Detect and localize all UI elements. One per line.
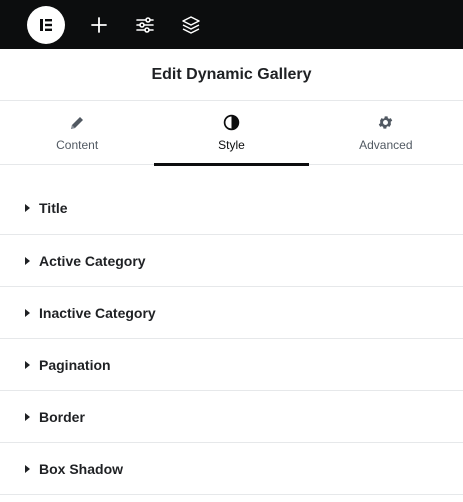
page-title: Edit Dynamic Gallery bbox=[151, 65, 312, 83]
panel-tabs: Content Style Advanced bbox=[0, 101, 463, 166]
layers-icon[interactable] bbox=[179, 13, 203, 37]
top-toolbar bbox=[0, 0, 463, 49]
caret-right-icon bbox=[25, 464, 30, 473]
elementor-logo-icon[interactable] bbox=[27, 5, 65, 44]
section-label: Pagination bbox=[39, 356, 111, 373]
section-pagination[interactable]: Pagination bbox=[0, 339, 463, 391]
section-inactive-category[interactable]: Inactive Category bbox=[0, 287, 463, 339]
section-label: Active Category bbox=[39, 252, 146, 269]
section-label: Box Shadow bbox=[39, 460, 124, 477]
section-title[interactable]: Title bbox=[0, 165, 463, 235]
section-border[interactable]: Border bbox=[0, 391, 463, 443]
section-box-shadow[interactable]: Box Shadow bbox=[0, 443, 463, 495]
caret-right-icon bbox=[25, 256, 30, 265]
caret-right-icon bbox=[25, 203, 30, 212]
tab-label: Style bbox=[218, 137, 245, 152]
gear-icon bbox=[377, 114, 395, 132]
tab-label: Advanced bbox=[359, 137, 413, 152]
contrast-icon bbox=[222, 114, 240, 132]
tab-label: Content bbox=[56, 137, 99, 152]
section-label: Border bbox=[39, 408, 85, 425]
caret-right-icon bbox=[25, 360, 30, 369]
style-sections: Title Active Category Inactive Category … bbox=[0, 165, 463, 495]
caret-right-icon bbox=[25, 308, 30, 317]
section-label: Title bbox=[39, 199, 68, 216]
section-active-category[interactable]: Active Category bbox=[0, 235, 463, 287]
panel-header: Edit Dynamic Gallery bbox=[0, 49, 463, 101]
tab-style[interactable]: Style bbox=[154, 101, 309, 166]
settings-sliders-icon[interactable] bbox=[133, 13, 157, 37]
tab-advanced[interactable]: Advanced bbox=[309, 101, 463, 164]
caret-right-icon bbox=[25, 412, 30, 421]
pencil-icon bbox=[68, 114, 86, 132]
tab-content[interactable]: Content bbox=[0, 101, 154, 164]
section-label: Inactive Category bbox=[39, 304, 156, 321]
add-icon[interactable] bbox=[87, 13, 111, 37]
